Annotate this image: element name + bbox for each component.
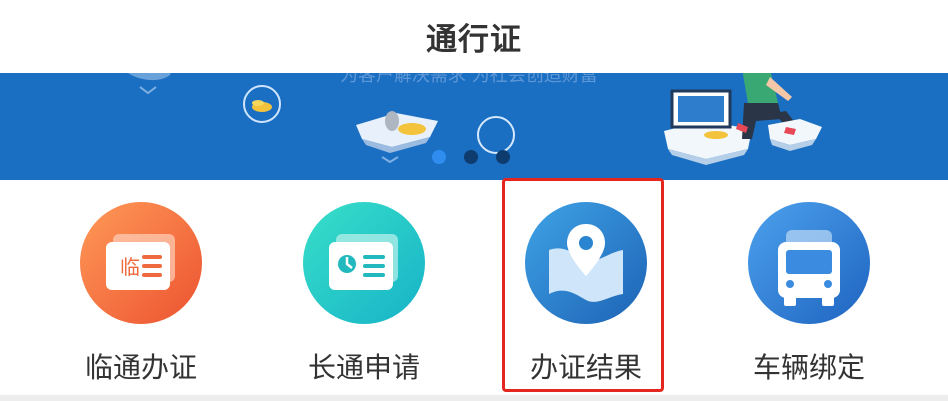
long-term-pass-card-icon <box>303 202 425 324</box>
menu-item-vehicle-binding[interactable]: 车辆绑定 <box>699 180 919 395</box>
temporary-pass-card-icon: 临 <box>80 202 202 324</box>
carousel-indicators <box>432 150 510 164</box>
page-title: 通行证 <box>426 22 522 58</box>
menu-item-label: 临通办证 <box>84 351 197 384</box>
svg-text:临: 临 <box>120 255 140 279</box>
menu-item-label: 长通申请 <box>307 351 420 384</box>
selection-highlight-box <box>502 178 664 392</box>
carousel-dot-3[interactable] <box>496 150 510 164</box>
banner-slogan: 为客户解决需求 为社会创造财富 <box>340 73 598 86</box>
menu-item-temporary-pass[interactable]: 临 临通办证 <box>31 180 251 395</box>
app-header: 通行证 <box>0 0 948 73</box>
carousel-dot-1[interactable] <box>432 150 446 164</box>
menu-item-label: 车辆绑定 <box>752 351 865 384</box>
menu-item-long-term-application[interactable]: 长通申请 <box>254 180 474 395</box>
carousel-dot-2[interactable] <box>464 150 478 164</box>
function-menu: 临 临通办证 长通申请 办证结果 车辆绑定 <box>0 180 948 395</box>
truck-icon <box>748 202 870 324</box>
bottom-divider <box>0 395 948 401</box>
